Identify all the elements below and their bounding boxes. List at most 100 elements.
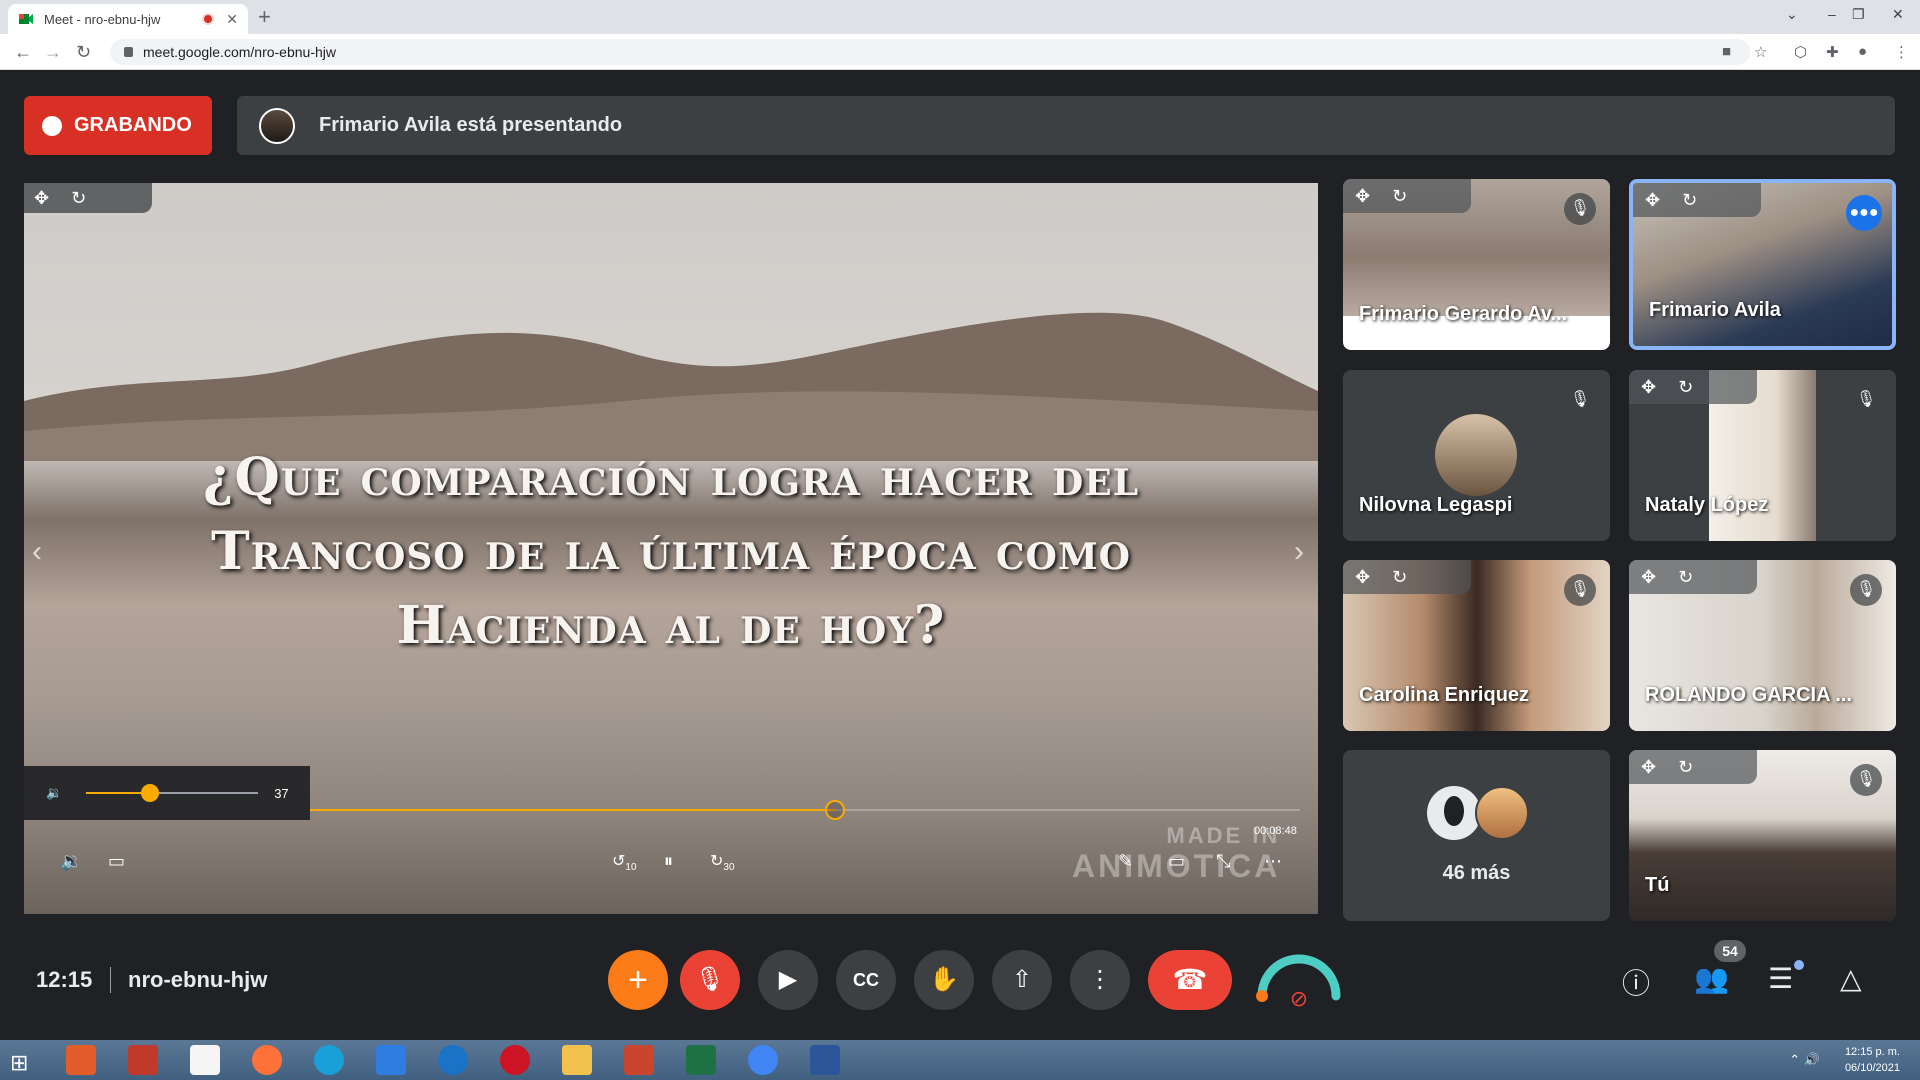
video-progress-bar[interactable] [310, 800, 1300, 820]
progress-knob[interactable] [824, 800, 845, 820]
participant-tile[interactable]: ✥ ↻ 🎙 Frimario Gerardo Av... [1343, 179, 1610, 350]
slide-line: Hacienda al de hoy? [396, 595, 946, 656]
meeting-details-icon[interactable]: ⓘ [1622, 962, 1650, 1002]
participant-name: Carolina Enriquez [1359, 684, 1530, 706]
meet-favicon-icon [19, 14, 33, 24]
next-slide-icon[interactable]: › [1294, 535, 1304, 569]
forward-icon[interactable]: ↻30 [710, 851, 735, 873]
chrome-icon[interactable] [748, 1045, 778, 1075]
extension-widget-icon[interactable]: ⊘ [1254, 946, 1344, 1010]
move-icon[interactable]: ✥ [1641, 757, 1656, 778]
move-icon[interactable]: ✥ [1645, 190, 1660, 211]
add-button[interactable]: + [608, 950, 668, 1010]
present-now-button[interactable]: ⇧ [992, 950, 1052, 1010]
volume-icon[interactable]: 🔉 [46, 785, 62, 801]
recording-label: GRABANDO [74, 114, 192, 136]
profile-avatar-icon[interactable]: ● [1858, 43, 1867, 60]
recording-badge[interactable]: GRABANDO [24, 96, 212, 155]
watermark-top: MADE IN [1166, 823, 1281, 848]
move-icon[interactable]: ✥ [1355, 567, 1370, 588]
browser-menu-icon[interactable]: ⋮ [1894, 43, 1909, 61]
chat-icon[interactable]: ☰ [1768, 962, 1793, 995]
participant-tile[interactable]: 🎙 Nilovna Legaspi [1343, 370, 1610, 541]
camera-toggle-button[interactable]: ▶ [758, 950, 818, 1010]
camera-permission-icon[interactable]: ■ [1722, 43, 1731, 60]
more-options-icon[interactable]: ⋯ [1264, 851, 1282, 872]
move-icon[interactable]: ✥ [1641, 567, 1656, 588]
self-tile[interactable]: ✥ ↻ 🎙 Tú [1629, 750, 1896, 921]
reload-icon[interactable]: ↻ [76, 42, 91, 63]
mic-off-icon: 🎙 [1564, 384, 1596, 416]
captions-button[interactable]: CC [836, 950, 896, 1010]
edge-icon[interactable] [314, 1045, 344, 1075]
raise-hand-button[interactable]: ✋ [914, 950, 974, 1010]
move-icon[interactable]: ✥ [1641, 377, 1656, 398]
participant-tile[interactable]: ✥ ↻ 🎙 ROLANDO GARCIA ... [1629, 560, 1896, 731]
internet-explorer-icon[interactable] [438, 1045, 468, 1075]
more-options-button[interactable]: ⋮ [1070, 950, 1130, 1010]
bookmark-star-icon[interactable]: ☆ [1754, 43, 1767, 61]
speaker-icon[interactable]: 🔉 [60, 851, 82, 872]
system-tray-icons[interactable]: ⌃ 🔊 [1789, 1052, 1820, 1068]
move-icon[interactable]: ✥ [1355, 186, 1370, 207]
participant-tile[interactable]: ✥ ↻ 🎙 Nataly López [1629, 370, 1896, 541]
app-icon[interactable] [128, 1045, 158, 1075]
app-icon[interactable] [66, 1045, 96, 1075]
refresh-icon[interactable]: ↻ [1392, 186, 1407, 207]
minimize-icon[interactable]: – [1828, 6, 1836, 22]
participant-tile[interactable]: ✥ ↻ ●●● Frimario Avila [1629, 179, 1896, 350]
participant-name: Nilovna Legaspi [1359, 494, 1513, 516]
speaking-indicator-icon: ●●● [1846, 195, 1882, 231]
captions-icon[interactable]: ▭ [108, 851, 125, 872]
excel-icon[interactable] [686, 1045, 716, 1075]
more-participants-tile[interactable]: 46 más [1343, 750, 1610, 921]
move-icon[interactable]: ✥ [34, 188, 49, 209]
rewind-icon[interactable]: ↺10 [612, 851, 637, 873]
forward-icon[interactable]: → [44, 42, 62, 63]
opera-icon[interactable] [500, 1045, 530, 1075]
leave-call-button[interactable]: ☎ [1148, 950, 1232, 1010]
url-field[interactable]: meet.google.com/nro-ebnu-hjw [110, 39, 1750, 65]
file-icon[interactable] [190, 1045, 220, 1075]
refresh-icon[interactable]: ↻ [1678, 567, 1693, 588]
windows-start-icon[interactable]: ⊞ [10, 1050, 28, 1076]
close-window-icon[interactable]: ✕ [1892, 6, 1904, 23]
activities-icon[interactable]: △ [1840, 962, 1862, 995]
system-time: 12:15 p. m. [1844, 1046, 1900, 1058]
present-icon[interactable]: ▭ [1168, 851, 1185, 872]
refresh-icon[interactable]: ↻ [1678, 377, 1693, 398]
file-explorer-icon[interactable] [562, 1045, 592, 1075]
previous-slide-icon[interactable]: ‹ [32, 535, 42, 569]
mic-toggle-button[interactable]: 🎙 [680, 950, 740, 1010]
volume-knob[interactable] [140, 784, 159, 802]
docs-icon[interactable] [376, 1045, 406, 1075]
close-tab-icon[interactable]: ✕ [226, 11, 238, 28]
mic-off-icon: 🎙 [1850, 384, 1882, 416]
mic-off-icon: 🎙 [1564, 193, 1596, 225]
extension-cube-icon[interactable]: ⬡ [1794, 43, 1807, 61]
powerpoint-icon[interactable] [624, 1045, 654, 1075]
firefox-icon[interactable] [252, 1045, 282, 1075]
word-icon[interactable] [810, 1045, 840, 1075]
maximize-icon[interactable]: ❐ [1852, 6, 1865, 23]
hang-up-icon: ☎ [1172, 964, 1208, 995]
back-icon[interactable]: ← [14, 42, 32, 63]
tab-search-icon[interactable]: ⌄ [1786, 6, 1798, 23]
refresh-icon[interactable]: ↻ [1682, 190, 1697, 211]
participant-tile[interactable]: ✥ ↻ 🎙 Carolina Enriquez [1343, 560, 1610, 731]
system-clock[interactable]: 12:15 p. m. 06/10/2021 [1845, 1044, 1900, 1076]
pause-icon[interactable]: ⏸ [664, 851, 673, 872]
people-icon[interactable]: 👥 [1694, 962, 1729, 995]
refresh-icon[interactable]: ↻ [1678, 757, 1693, 778]
recording-indicator-icon [202, 13, 215, 25]
presenter-text: Frimario Avila está presentando [319, 114, 623, 136]
tab-title: Meet - nro-ebnu-hjw [44, 11, 161, 27]
refresh-icon[interactable]: ↻ [71, 188, 86, 209]
browser-tab[interactable]: Meet - nro-ebnu-hjw ✕ [8, 4, 248, 34]
fullscreen-exit-icon[interactable]: ⤡ [1216, 851, 1230, 872]
volume-slider[interactable] [86, 784, 259, 802]
refresh-icon[interactable]: ↻ [1392, 567, 1407, 588]
extensions-puzzle-icon[interactable]: ✚ [1826, 43, 1839, 61]
new-tab-icon[interactable]: + [258, 4, 271, 30]
pen-icon[interactable]: ✎ [1118, 851, 1133, 872]
